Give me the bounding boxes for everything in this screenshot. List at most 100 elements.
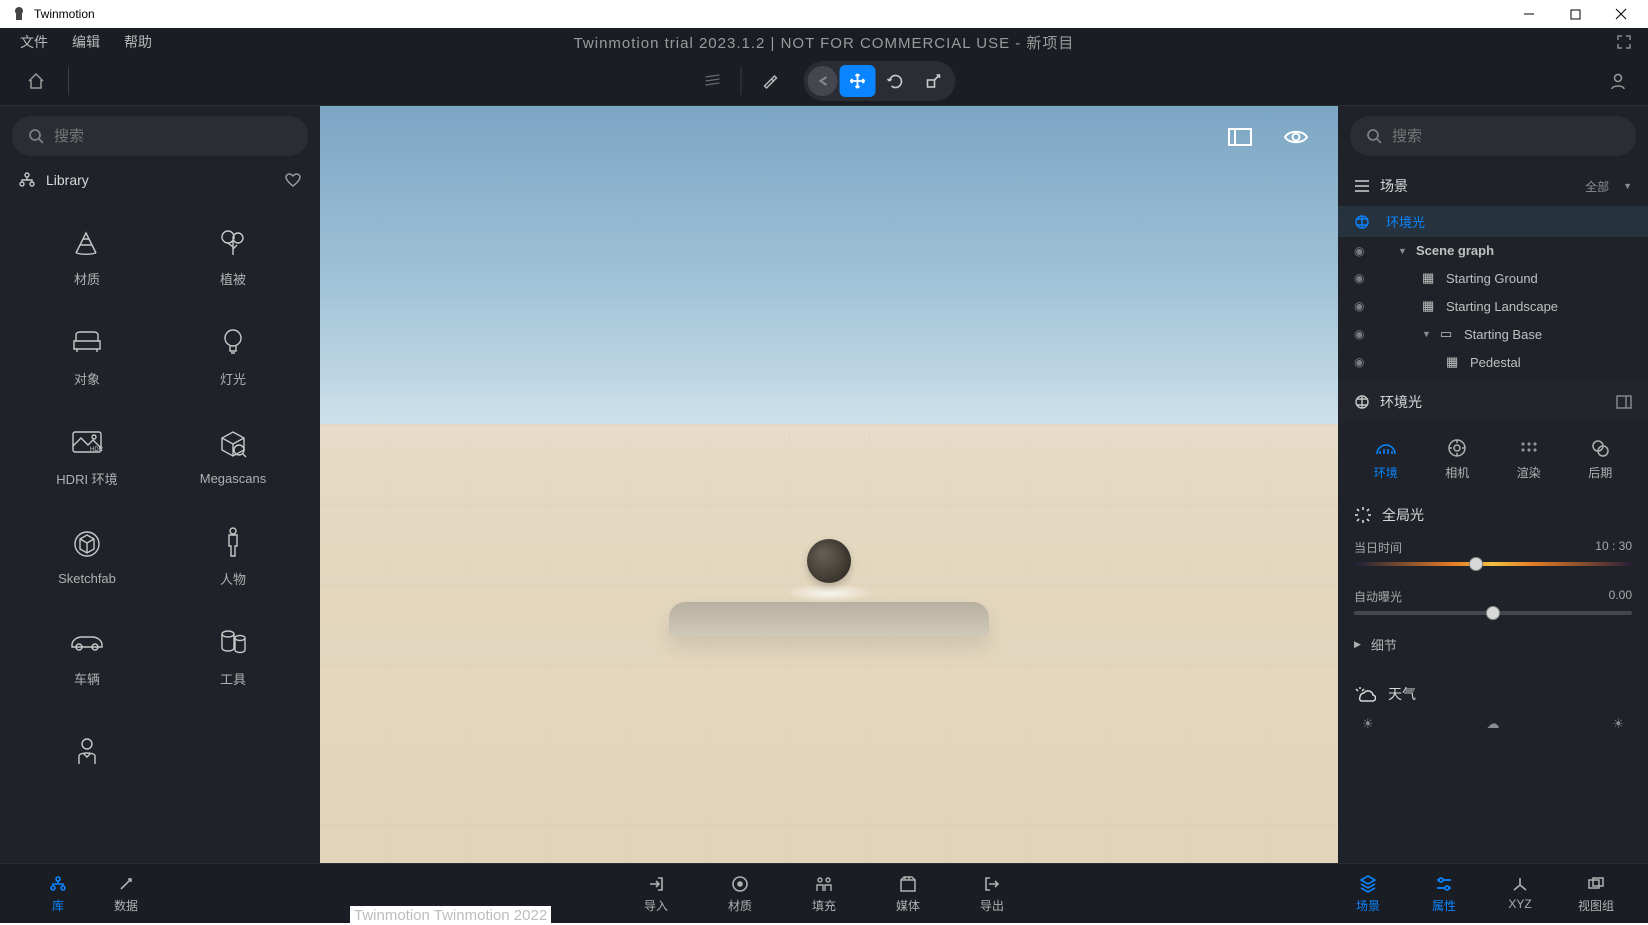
tree-row-scene-graph[interactable]: ◉ ▼ Scene graph [1338, 237, 1648, 264]
scene-panel-header: 场景 全部 ▼ [1338, 166, 1648, 206]
mesh-icon: ▦ [1422, 298, 1438, 314]
library-search[interactable] [12, 116, 308, 156]
library-item-vegetation[interactable]: 植被 [162, 208, 304, 304]
window-minimize-button[interactable] [1506, 0, 1552, 28]
tree-row-ground[interactable]: ◉ ▦ Starting Ground [1338, 264, 1648, 292]
window-maximize-button[interactable] [1552, 0, 1598, 28]
details-expander[interactable]: ▶ 细节 [1338, 621, 1648, 668]
global-light-header: 全局光 [1338, 491, 1648, 533]
scene-search[interactable] [1350, 116, 1636, 156]
library-item-hdri[interactable]: HDR HDRI 环境 [16, 408, 158, 504]
window-close-button[interactable] [1598, 0, 1644, 28]
globe-icon [1354, 394, 1370, 410]
visibility-icon[interactable]: ◉ [1354, 244, 1370, 258]
tab-post[interactable]: 后期 [1570, 438, 1630, 481]
bottom-viewset-tab[interactable]: 视图组 [1568, 874, 1624, 914]
tab-render[interactable]: 渲染 [1499, 438, 1559, 481]
caret-icon[interactable]: ▼ [1398, 246, 1408, 256]
nav-back-button[interactable] [808, 66, 838, 96]
exposure-label: 自动曝光 [1354, 588, 1402, 605]
menu-help[interactable]: 帮助 [112, 28, 164, 56]
media-icon [899, 874, 917, 894]
tool-bar [0, 56, 1648, 106]
slider-thumb[interactable] [1469, 557, 1483, 571]
tree-row-landscape[interactable]: ◉ ▦ Starting Landscape [1338, 292, 1648, 320]
scene-tree: 环境光 ◉ ▼ Scene graph ◉ ▦ Starting Ground … [1338, 206, 1648, 376]
bottom-properties-tab[interactable]: 属性 [1416, 874, 1472, 914]
library-item-vehicles[interactable]: 车辆 [16, 608, 158, 704]
caret-right-icon: ▶ [1354, 639, 1361, 650]
document-title: Twinmotion trial 2023.1.2 | NOT FOR COMM… [574, 32, 1075, 53]
sun-icon[interactable]: ☀ [1362, 716, 1374, 732]
viewport-3d[interactable] [320, 106, 1338, 863]
library-item-tools[interactable]: 工具 [162, 608, 304, 704]
home-button[interactable] [12, 71, 60, 91]
library-item-objects[interactable]: 对象 [16, 308, 158, 404]
bottom-bar: 库 数据 导入 材质 填充 媒体 [0, 863, 1648, 923]
exposure-slider[interactable]: 自动曝光 0.00 [1338, 582, 1648, 621]
fullscreen-icon[interactable] [1616, 34, 1632, 50]
tree-row-envlight[interactable]: 环境光 [1338, 206, 1648, 237]
tree-row-pedestal[interactable]: ◉ ▦ Pedestal [1338, 348, 1648, 376]
visibility-icon[interactable]: ◉ [1354, 299, 1370, 313]
library-item-materials[interactable]: 材质 [16, 208, 158, 304]
scene-filter-label[interactable]: 全部 [1585, 178, 1609, 195]
tab-camera[interactable]: 相机 [1427, 438, 1487, 481]
move-tool-button[interactable] [840, 65, 876, 97]
library-item-people[interactable]: 人物 [162, 508, 304, 604]
slider-thumb[interactable] [1486, 606, 1500, 620]
time-label: 当日时间 [1354, 539, 1402, 556]
heart-icon[interactable] [284, 172, 302, 188]
menu-edit[interactable]: 编辑 [60, 28, 112, 56]
time-slider-track[interactable] [1354, 562, 1632, 566]
sliders-icon [1435, 874, 1453, 894]
library-item-megascans[interactable]: Megascans [162, 408, 304, 504]
menu-file[interactable]: 文件 [8, 28, 60, 56]
cloud-icon[interactable]: ☁ [1487, 716, 1500, 732]
user-account-icon[interactable] [1608, 71, 1628, 91]
sun-small-icon[interactable]: ☀ [1612, 716, 1624, 732]
library-title: Library [46, 172, 89, 188]
library-item-sketchfab[interactable]: Sketchfab [16, 508, 158, 604]
hierarchy-icon [49, 874, 67, 894]
time-value: 10 : 30 [1595, 539, 1632, 556]
footer-scrap-text: Twinmotion Twinmotion 2022 [350, 906, 551, 925]
bottom-data-tab[interactable]: 数据 [98, 874, 154, 914]
viewport-frame-icon[interactable] [1226, 126, 1254, 148]
bottom-fill-button[interactable]: 填充 [796, 874, 852, 914]
time-of-day-slider[interactable]: 当日时间 10 : 30 [1338, 533, 1648, 572]
divider [68, 67, 69, 95]
tab-environment[interactable]: 环境 [1356, 438, 1416, 481]
library-search-input[interactable] [54, 128, 292, 145]
library-item-lights[interactable]: 灯光 [162, 308, 304, 404]
visibility-icon[interactable]: ◉ [1354, 271, 1370, 285]
bottom-export-button[interactable]: 导出 [964, 874, 1020, 914]
library-item-user[interactable] [16, 708, 158, 804]
svg-text:HDR: HDR [90, 447, 104, 453]
bottom-library-tab[interactable]: 库 [30, 874, 86, 914]
viewport-ball-shadow [784, 584, 874, 602]
bottom-media-button[interactable]: 媒体 [880, 874, 936, 914]
weather-icons-row: ☀ ☁ ☀ [1338, 710, 1648, 738]
scale-tool-button[interactable] [916, 65, 952, 97]
scene-search-input[interactable] [1392, 128, 1620, 145]
tree-row-base[interactable]: ◉ ▼ ▭ Starting Base [1338, 320, 1648, 348]
visibility-icon[interactable]: ◉ [1354, 355, 1370, 369]
properties-section-header: 环境光 [1338, 382, 1648, 422]
rotate-tool-button[interactable] [878, 65, 914, 97]
caret-icon[interactable]: ▼ [1422, 329, 1432, 339]
viewport-visibility-icon[interactable] [1282, 126, 1310, 148]
axis-icon [1512, 874, 1528, 894]
chevron-down-icon[interactable]: ▼ [1623, 181, 1632, 191]
bottom-import-button[interactable]: 导入 [628, 874, 684, 914]
bottom-scene-tab[interactable]: 场景 [1340, 874, 1396, 914]
camera-icon [1447, 438, 1467, 458]
lines-icon[interactable] [693, 74, 733, 88]
viewport-pedestal [669, 602, 989, 636]
visibility-icon[interactable]: ◉ [1354, 327, 1370, 341]
exposure-slider-track[interactable] [1354, 611, 1632, 615]
bottom-material-button[interactable]: 材质 [712, 874, 768, 914]
eyedropper-icon[interactable] [750, 72, 790, 90]
panel-layout-icon[interactable] [1616, 395, 1632, 409]
bottom-xyz-tab[interactable]: XYZ [1492, 874, 1548, 914]
